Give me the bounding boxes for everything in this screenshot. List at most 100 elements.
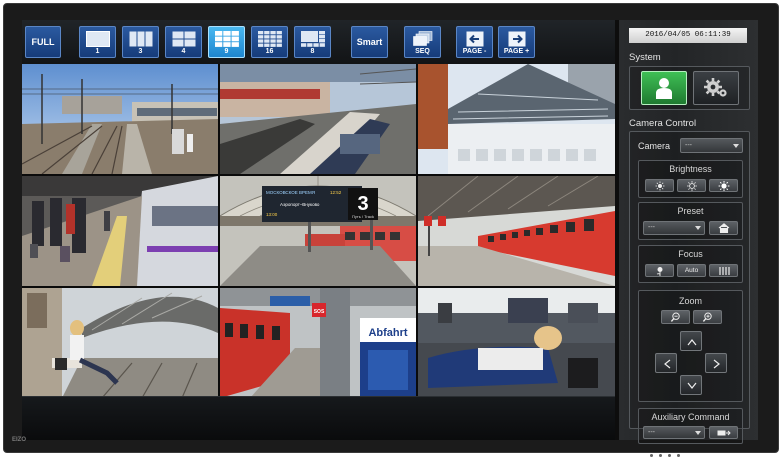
camera-feed-3 bbox=[418, 64, 615, 174]
layout-9-icon bbox=[214, 31, 239, 47]
camera-view-2[interactable] bbox=[220, 64, 416, 174]
full-button-label: FULL bbox=[31, 37, 55, 47]
page-prev-button[interactable]: PAGE - bbox=[456, 26, 493, 58]
flower-icon bbox=[656, 266, 662, 276]
datetime-display: 2016/04/05 06:11:39 bbox=[629, 28, 747, 43]
layout-3-icon bbox=[129, 31, 152, 47]
layout-8-button[interactable]: 8 bbox=[294, 26, 331, 58]
board-platform-number: 3 bbox=[357, 193, 368, 215]
zoom-box: Zoom bbox=[638, 290, 743, 402]
camera-view-8[interactable]: SOS Abfahrt bbox=[220, 288, 416, 398]
layout-toolbar: FULL 1 3 4 9 16 8 Smart SEQ PAGE - PAGE … bbox=[22, 20, 615, 64]
camera-view-3[interactable] bbox=[418, 64, 615, 174]
board-header-text: МОСКОВСКОЕ ВРЕМЯ bbox=[266, 190, 315, 195]
zoom-out-button[interactable] bbox=[661, 310, 690, 324]
board-departure-text: 13:00 bbox=[266, 212, 278, 217]
camera-feed-1 bbox=[22, 64, 218, 174]
pan-down-button[interactable] bbox=[680, 375, 702, 395]
zoom-label: Zoom bbox=[678, 296, 702, 306]
full-button[interactable]: FULL bbox=[25, 26, 61, 58]
user-icon bbox=[656, 78, 672, 99]
auxiliary-label: Auxiliary Command bbox=[651, 412, 730, 422]
focus-auto-button[interactable]: Auto bbox=[677, 264, 706, 277]
layout-3-label: 3 bbox=[138, 48, 143, 55]
layout-3-button[interactable]: 3 bbox=[122, 26, 159, 58]
focus-auto-label: Auto bbox=[684, 267, 699, 274]
focus-box: Focus Auto bbox=[638, 245, 743, 283]
monitor-leds bbox=[650, 444, 686, 462]
chevron-down-icon bbox=[695, 226, 701, 230]
camera-view-6[interactable] bbox=[418, 176, 615, 286]
board-platform-label: Путь / Track bbox=[352, 214, 374, 219]
camera-feed-2 bbox=[220, 64, 416, 174]
page-prev-label: PAGE - bbox=[462, 48, 487, 55]
camera-view-7[interactable] bbox=[22, 288, 218, 398]
chevron-right-icon bbox=[713, 359, 720, 369]
camera-grid: МОСКОВСКОЕ ВРЕМЯ 12:52 Аэропорт–Внуково … bbox=[22, 64, 615, 398]
home-icon bbox=[718, 223, 729, 233]
camera-view-4[interactable] bbox=[22, 176, 218, 286]
brightness-down-button[interactable] bbox=[645, 179, 674, 192]
chevron-down-icon bbox=[733, 143, 739, 148]
auxiliary-select[interactable]: --- bbox=[643, 426, 705, 439]
layout-4-icon bbox=[172, 31, 195, 47]
zoom-in-icon bbox=[702, 312, 712, 322]
preset-select-value: --- bbox=[648, 224, 655, 231]
chevron-left-icon bbox=[664, 359, 671, 369]
auxiliary-select-value: --- bbox=[648, 429, 655, 436]
chevron-down-icon bbox=[695, 430, 701, 435]
gears-icon bbox=[704, 78, 727, 97]
layout-16-label: 16 bbox=[265, 48, 274, 55]
layout-16-button[interactable]: 16 bbox=[251, 26, 288, 58]
brightness-up-button[interactable] bbox=[709, 179, 738, 192]
pan-up-button[interactable] bbox=[680, 331, 702, 351]
sun-large-icon bbox=[718, 180, 729, 191]
smart-button[interactable]: Smart bbox=[351, 26, 388, 58]
camera-view-1[interactable] bbox=[22, 64, 218, 174]
chevron-up-icon bbox=[687, 339, 697, 346]
focus-label: Focus bbox=[678, 249, 703, 259]
seq-button-label: SEQ bbox=[415, 48, 430, 55]
arrow-left-icon bbox=[466, 31, 483, 47]
auxiliary-send-button[interactable] bbox=[709, 426, 738, 439]
preset-select[interactable]: --- bbox=[643, 221, 705, 235]
preset-label: Preset bbox=[677, 206, 704, 216]
brightness-label: Brightness bbox=[669, 164, 712, 174]
settings-button[interactable] bbox=[693, 71, 739, 105]
camera-feed-6 bbox=[418, 176, 615, 286]
camera-feed-4 bbox=[22, 176, 218, 286]
chevron-down-icon bbox=[687, 382, 697, 389]
layout-1-button[interactable]: 1 bbox=[79, 26, 116, 58]
user-button[interactable] bbox=[641, 71, 687, 105]
abfahrt-sign-text: Abfahrt bbox=[368, 327, 407, 339]
camera-feed-5: МОСКОВСКОЕ ВРЕМЯ 12:52 Аэропорт–Внуково … bbox=[220, 176, 416, 286]
preset-home-button[interactable] bbox=[709, 221, 738, 235]
brightness-default-button[interactable] bbox=[677, 179, 706, 192]
focus-far-button[interactable] bbox=[709, 264, 738, 277]
board-time-text: 12:52 bbox=[330, 190, 342, 195]
seq-button[interactable]: SEQ bbox=[404, 26, 441, 58]
system-box bbox=[629, 66, 750, 110]
camera-feed-8: SOS Abfahrt bbox=[220, 288, 416, 398]
sos-sign-text: SOS bbox=[314, 309, 325, 315]
layout-1-label: 1 bbox=[95, 48, 100, 55]
pan-right-button[interactable] bbox=[705, 353, 727, 373]
camera-view-5[interactable]: МОСКОВСКОЕ ВРЕМЯ 12:52 Аэропорт–Внуково … bbox=[220, 176, 416, 286]
page-next-label: PAGE + bbox=[503, 48, 530, 55]
layout-4-button[interactable]: 4 bbox=[165, 26, 202, 58]
smart-button-label: Smart bbox=[356, 37, 383, 47]
sequence-icon bbox=[412, 31, 432, 46]
layout-9-button[interactable]: 9 bbox=[208, 26, 245, 58]
focus-near-button[interactable] bbox=[645, 264, 674, 277]
camera-feed-7 bbox=[22, 288, 218, 398]
zoom-in-button[interactable] bbox=[693, 310, 722, 324]
page-next-button[interactable]: PAGE + bbox=[498, 26, 535, 58]
camera-view-9[interactable] bbox=[418, 288, 615, 398]
sun-icon bbox=[686, 180, 697, 191]
pan-left-button[interactable] bbox=[655, 353, 677, 373]
camera-select[interactable]: --- bbox=[680, 138, 743, 153]
camera-control-box: Camera --- Brightness Preset --- Focus A… bbox=[629, 131, 750, 444]
layout-8-label: 8 bbox=[310, 48, 315, 55]
camera-feed-9 bbox=[418, 288, 615, 398]
status-bar bbox=[22, 396, 615, 440]
